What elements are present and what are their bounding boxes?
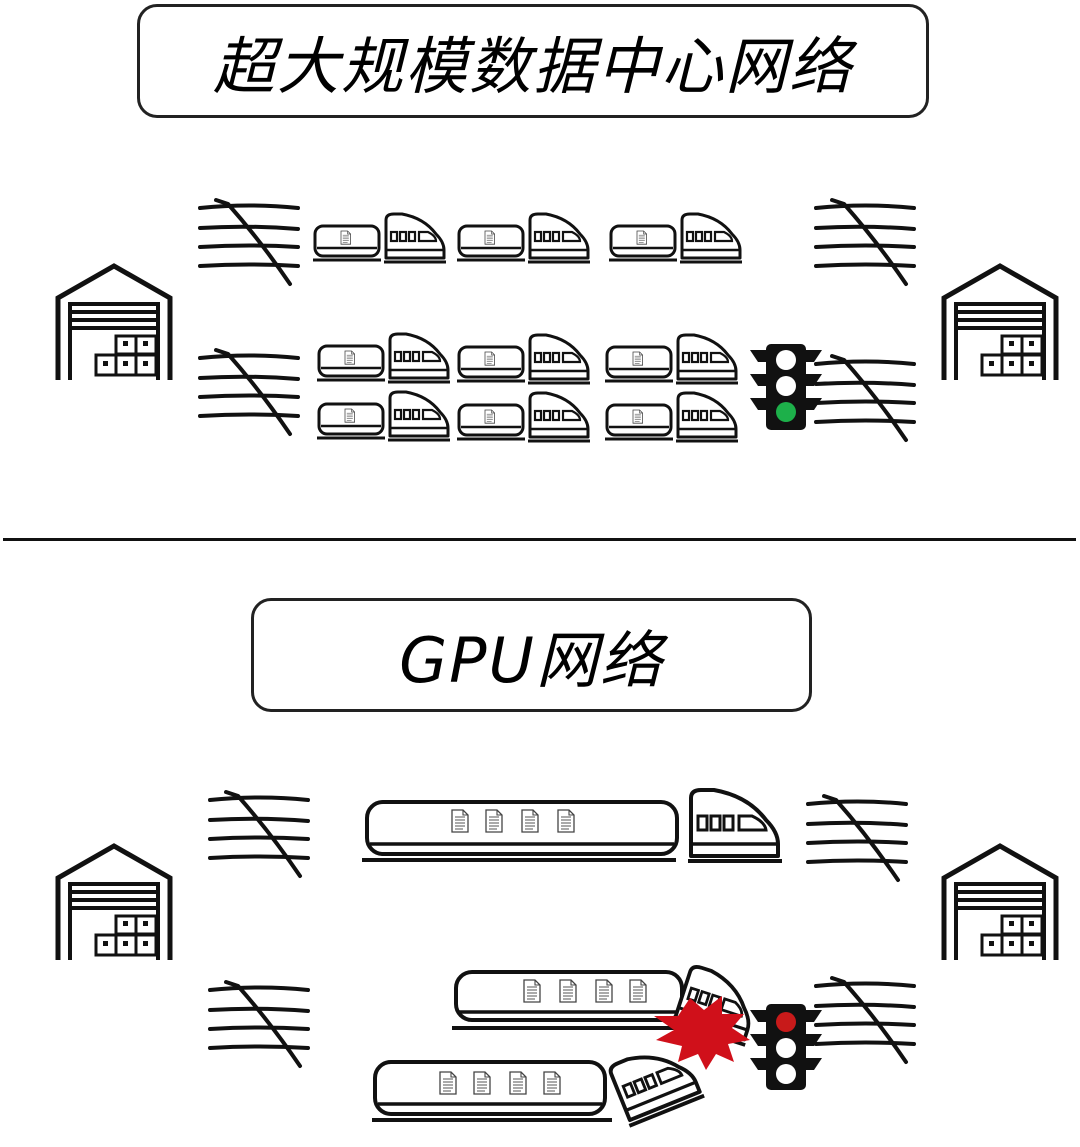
warehouse-icon [944,846,1056,960]
rail-track-icon [814,198,916,286]
train-icon [317,390,452,442]
train-icon [605,333,740,385]
warehouse-icon [58,846,170,960]
warehouse-icon [944,266,1056,380]
train-icon [457,391,592,443]
document-icon [521,809,539,833]
document-icon [523,979,541,1003]
rail-track-icon [198,198,300,286]
document-icon [557,809,575,833]
traffic-light-icon [750,1004,822,1090]
train-icon [605,391,740,443]
train-icon [317,332,452,384]
document-icon [559,979,577,1003]
train-icon [372,1060,612,1122]
train-icon [313,212,448,264]
train-icon [457,212,592,264]
rail-track-icon [806,794,908,882]
rail-track-icon [814,976,916,1064]
rail-track-icon [198,348,300,436]
document-icon [451,809,469,833]
warehouse-icon [58,266,170,380]
rail-track-icon [208,980,310,1068]
document-icon [485,809,503,833]
document-icon [629,979,647,1003]
rail-track-icon [814,354,916,442]
train-icon [609,212,744,264]
document-icon [595,979,613,1003]
traffic-light-icon [750,344,822,430]
rail-track-icon [208,790,310,878]
document-icon [439,1071,457,1095]
document-icon [473,1071,491,1095]
train-icon [452,970,690,1030]
network-scene [0,198,1080,1128]
document-icon [509,1071,527,1095]
train-icon [457,333,592,385]
train-icon [362,788,784,863]
document-icon [543,1071,561,1095]
